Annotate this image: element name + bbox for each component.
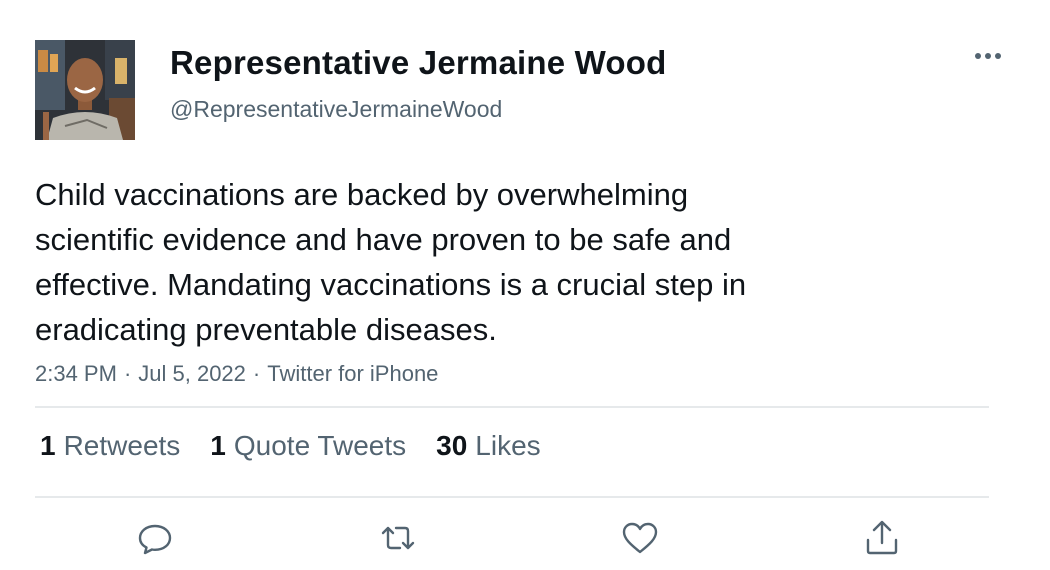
tweet-detail: Representative Jermaine Wood @Representa… xyxy=(0,0,1050,570)
author-handle[interactable]: @RepresentativeJermaineWood xyxy=(170,96,502,123)
meta-separator: · xyxy=(123,361,132,386)
tweet-text: Child vaccinations are backed by overwhe… xyxy=(35,177,747,347)
reply-icon[interactable] xyxy=(135,518,175,558)
heart-icon[interactable] xyxy=(620,518,660,558)
tweet-meta: 2:34 PM · Jul 5, 2022 · Twitter for iPhone xyxy=(35,361,438,387)
retweet-icon[interactable] xyxy=(378,518,418,558)
quote-tweets-stat[interactable]: 1 Quote Tweets xyxy=(210,430,406,462)
retweets-label: Retweets xyxy=(63,430,181,461)
divider xyxy=(35,406,989,408)
likes-label: Likes xyxy=(475,430,541,461)
meta-separator: · xyxy=(252,361,261,386)
avatar[interactable] xyxy=(35,40,135,140)
likes-count: 30 xyxy=(436,430,468,461)
divider xyxy=(35,496,989,498)
avatar-photo xyxy=(35,40,135,140)
likes-stat[interactable]: 30 Likes xyxy=(436,430,541,462)
share-icon[interactable] xyxy=(862,518,902,558)
retweets-count: 1 xyxy=(40,430,56,461)
author-name[interactable]: Representative Jermaine Wood xyxy=(170,44,667,82)
tweet-time[interactable]: 2:34 PM xyxy=(35,361,117,386)
tweet-source[interactable]: Twitter for iPhone xyxy=(267,361,438,386)
tweet-date[interactable]: Jul 5, 2022 xyxy=(138,361,246,386)
retweets-stat[interactable]: 1 Retweets xyxy=(40,430,180,462)
quotes-count: 1 xyxy=(210,430,226,461)
more-icon[interactable] xyxy=(970,44,1006,68)
quotes-label: Quote Tweets xyxy=(233,430,407,461)
engagement-stats: 1 Retweets 1 Quote Tweets 30 Likes xyxy=(40,430,541,462)
